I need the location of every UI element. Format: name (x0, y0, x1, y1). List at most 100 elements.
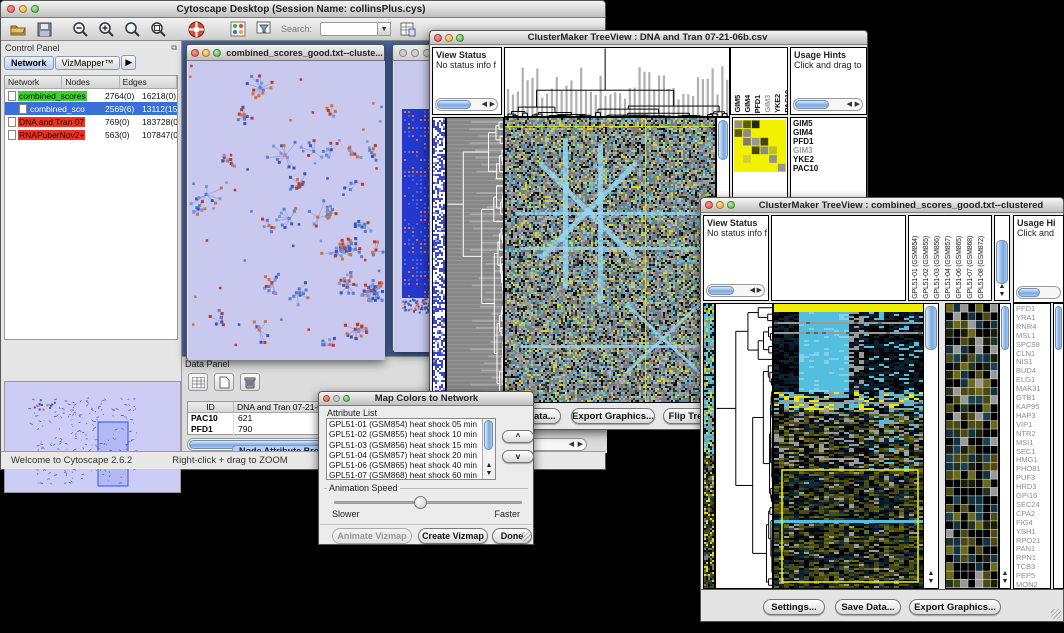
zoom-selected-icon[interactable] (149, 20, 167, 38)
attribute-item[interactable]: GPL51-02 (GSM855) heat shock 10 min (327, 429, 482, 439)
resize-grip[interactable] (521, 532, 531, 542)
minimize-button[interactable] (445, 34, 453, 42)
move-down-button[interactable]: v (502, 450, 534, 463)
animate-vizmap-button[interactable]: Animate Vizmap (332, 528, 412, 544)
close-button[interactable] (705, 201, 713, 209)
network-window-1-titlebar[interactable]: combined_scores_good.txt--cluste... (187, 45, 384, 61)
tv2-genelist-scroll-pill[interactable] (1055, 306, 1062, 350)
tv2-column-label[interactable]: GPL51-06 (GSM865) (955, 236, 964, 299)
tv2-column-label[interactable]: GPL51-02 (GSM855) (922, 236, 931, 299)
minimize-button[interactable] (716, 201, 724, 209)
close-button[interactable] (191, 49, 199, 57)
tv1-column-label[interactable]: YKE2 (773, 94, 782, 113)
tv2-heatmap-vscrollbar[interactable]: ▲▼ (923, 303, 939, 589)
tv2-column-label[interactable]: GPL51-04 (GSM857) (944, 236, 953, 299)
tv1-export-graphics-button[interactable]: Export Graphics... (571, 408, 655, 424)
create-vizmap-button[interactable]: Create Vizmap (418, 528, 488, 544)
zoom-fit-icon[interactable] (123, 20, 141, 38)
close-button[interactable] (7, 5, 15, 13)
tv1-heatmap-scroll-pill[interactable] (718, 120, 728, 160)
attribute-item[interactable]: GPL51-01 (GSM854) heat shock 05 min (327, 419, 482, 429)
treeview1-titlebar[interactable]: ClusterMaker TreeView : DNA and Tran 07-… (430, 31, 867, 45)
tv1-column-label[interactable]: GIM5 (733, 95, 742, 113)
tv1-status-hscrollbar[interactable]: ◀▶ (435, 98, 498, 111)
minimize-button[interactable] (202, 49, 210, 57)
zoom-out-icon[interactable] (71, 20, 89, 38)
network-table-row[interactable]: RNAPuberNov2+ 563(0) 107847(0) (5, 128, 177, 141)
tv1-gene-label[interactable]: GIM3 (793, 146, 866, 155)
save-icon[interactable] (35, 20, 53, 38)
tabs-overflow-arrow[interactable]: ▶ (121, 55, 136, 70)
attribute-item[interactable]: GPL51-03 (GSM856) heat shock 15 min (327, 440, 482, 450)
id-column-header[interactable]: ID (188, 402, 234, 412)
tv2-column-label[interactable]: GPL51-08 (GSM872) (977, 236, 986, 299)
close-button[interactable] (434, 34, 442, 42)
tv2-global-thumbnail-strip[interactable] (703, 303, 715, 589)
tab-network[interactable]: Network (4, 56, 54, 70)
annotation-filter-icon[interactable] (255, 20, 273, 38)
search-input[interactable] (320, 22, 378, 36)
tv2-usage-scroll-pill[interactable] (1018, 288, 1040, 297)
tv1-usage-scroll-pill[interactable] (795, 100, 829, 109)
tv1-gene-label[interactable]: GIM5 (793, 119, 866, 128)
tv2-genelist-vscrollbar[interactable] (1053, 303, 1064, 589)
tv2-heatmap-scroll-pill[interactable] (925, 306, 937, 350)
tv2-zoom-heatmap[interactable] (945, 303, 999, 589)
tv1-zoom-matrix[interactable] (734, 120, 786, 172)
tv2-zoom-scroll-pill[interactable] (1001, 306, 1009, 350)
zoom-button[interactable] (343, 395, 350, 402)
tv2-heatmap[interactable] (773, 303, 925, 589)
zoom-button[interactable] (31, 5, 39, 13)
minimize-button[interactable] (411, 49, 419, 57)
tv1-column-label[interactable]: PAC10 (783, 90, 788, 113)
tv2-save-data-button[interactable]: Save Data... (835, 599, 901, 615)
attribute-grid-icon[interactable] (188, 373, 208, 391)
tv1-heatmap[interactable] (504, 117, 716, 403)
tv2-row-dendrogram[interactable] (715, 303, 773, 589)
attribute-item[interactable]: GPL51-04 (GSM857) heat shock 20 min (327, 450, 482, 460)
network-table-row[interactable]: combined_scores 2764(0) 16218(0) (5, 89, 177, 102)
vizmapper-icon[interactable] (229, 20, 247, 38)
tv2-collabel-vscrollbar[interactable]: ▲▼ (994, 215, 1010, 301)
tv2-column-label[interactable]: GPL51-07 (GSM868) (966, 236, 975, 299)
tv1-column-dendrogram[interactable] (504, 47, 730, 117)
tv1-gene-label[interactable]: PAC10 (793, 164, 866, 173)
tv1-row-dendrogram[interactable] (446, 117, 504, 403)
tv2-export-graphics-button[interactable]: Export Graphics... (909, 599, 1001, 615)
network-view-canvas-1[interactable] (188, 61, 385, 360)
slider-handle[interactable] (414, 496, 427, 509)
close-button[interactable] (323, 395, 330, 402)
network-column-header[interactable]: Network (5, 76, 62, 88)
animation-speed-slider[interactable] (334, 501, 522, 504)
attribute-item[interactable]: GPL51-06 (GSM865) heat shock 40 min (327, 460, 482, 470)
zoom-button[interactable] (213, 49, 221, 57)
zoom-button[interactable] (727, 201, 735, 209)
tv1-column-label[interactable]: GIM4 (743, 95, 752, 113)
tv2-column-dendrogram-area[interactable] (771, 215, 906, 301)
dialog-titlebar[interactable]: Map Colors to Network (319, 392, 533, 406)
minimize-button[interactable] (333, 395, 340, 402)
close-button[interactable] (399, 49, 407, 57)
open-folder-icon[interactable] (9, 20, 27, 38)
network-table-row[interactable]: DNA and Tran 07 769(0) 183728(0) (5, 115, 177, 128)
network-column-header[interactable]: Edges (120, 76, 177, 88)
tv2-settings-button[interactable]: Settings... (763, 599, 825, 615)
treeview2-titlebar[interactable]: ClusterMaker TreeView : combined_scores_… (701, 198, 1063, 213)
new-doc-icon[interactable] (214, 373, 234, 391)
tv2-status-hscrollbar[interactable]: ◀▶ (706, 284, 765, 297)
help-lifesaver-icon[interactable] (187, 20, 205, 38)
tv1-column-label[interactable]: PFD1 (753, 95, 762, 113)
attribute-list-vscrollbar[interactable]: ▲▼ (482, 419, 495, 479)
minimize-button[interactable] (19, 5, 27, 13)
network-table-row[interactable]: combined_sco 2569(6) 13112(15) (5, 102, 177, 115)
float-panel-icon[interactable]: ⧉ (171, 43, 177, 53)
tv1-gene-label[interactable]: PFD1 (793, 137, 866, 146)
zoom-in-icon[interactable] (97, 20, 115, 38)
tv2-column-label[interactable]: GPL51-01 (GSM854) (911, 236, 920, 299)
tv2-status-scroll-pill[interactable] (708, 286, 734, 295)
network-column-header[interactable]: Nodes (62, 76, 119, 88)
attribute-listbox[interactable]: GPL51-01 (GSM854) heat shock 05 minGPL51… (326, 418, 496, 480)
window-controls[interactable] (1, 5, 45, 13)
attribute-list-scroll-pill[interactable] (484, 420, 493, 450)
main-titlebar[interactable]: Cytoscape Desktop (Session Name: collins… (1, 1, 605, 18)
